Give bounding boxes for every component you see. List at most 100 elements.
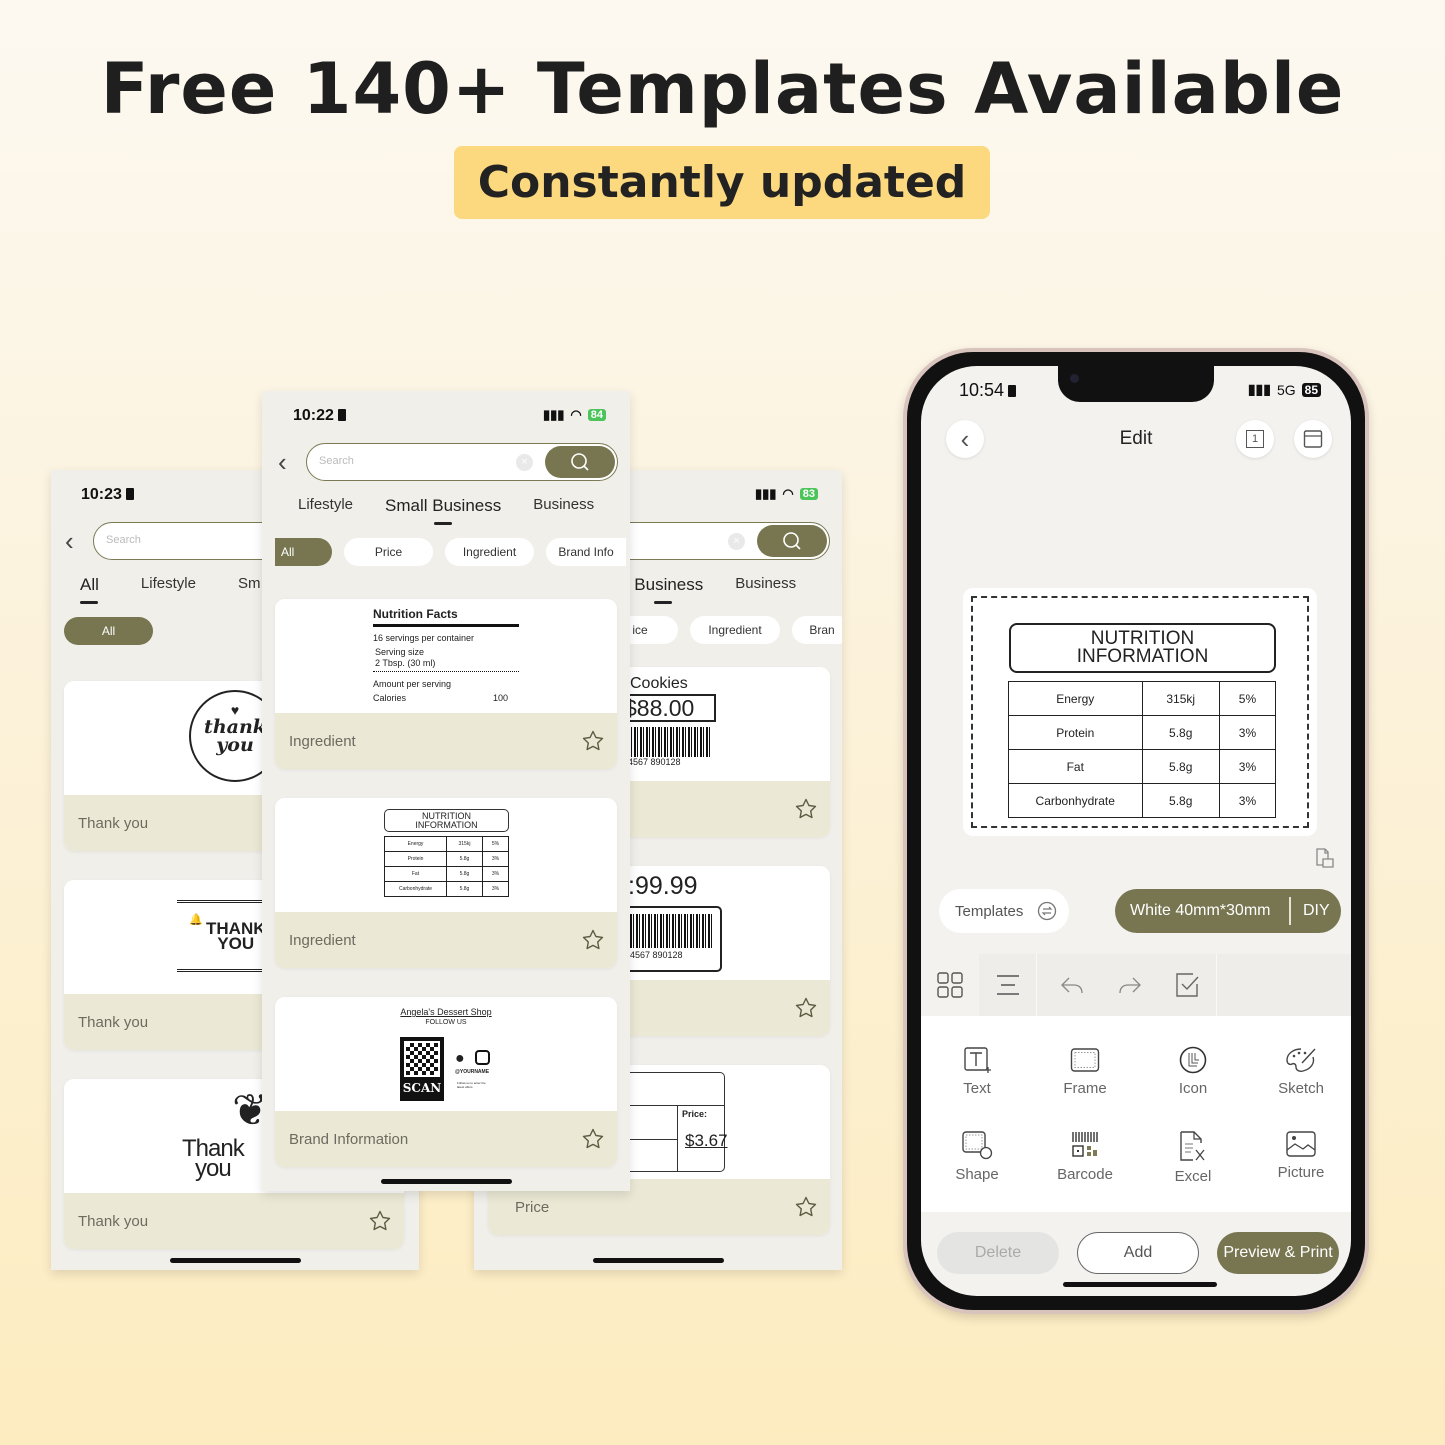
undo-button[interactable]: [1043, 954, 1101, 1016]
clear-icon[interactable]: ×: [516, 454, 533, 471]
tool-shape[interactable]: Shape: [927, 1130, 1027, 1183]
signal-icon: ▮▮▮: [754, 486, 777, 501]
tool-picture[interactable]: Picture: [1251, 1130, 1351, 1181]
excel-icon: [1180, 1131, 1205, 1161]
label-size-selector[interactable]: White 40mm*30mm DIY: [1115, 889, 1341, 933]
favorite-star-icon[interactable]: [581, 1127, 605, 1151]
template-card[interactable]: Angela's Dessert Shop FOLLOW US SCAN ● @…: [275, 997, 617, 1167]
battery-indicator: 84: [587, 409, 606, 421]
favorite-star-icon[interactable]: [794, 797, 818, 821]
copy-icon[interactable]: [1313, 846, 1337, 870]
art-price: :99.99: [628, 872, 698, 900]
tool-grid: Text Frame Icon Sketch Shape Barcode Exc…: [921, 1016, 1351, 1212]
tool-icon[interactable]: Icon: [1143, 1046, 1243, 1097]
back-icon[interactable]: ‹: [65, 526, 74, 557]
preview-print-button[interactable]: Preview & Print: [1217, 1232, 1339, 1274]
art-title: Cookies: [630, 675, 688, 692]
redo-button[interactable]: [1101, 954, 1159, 1016]
nutrition-cell-amount: 315kj: [1141, 681, 1220, 716]
delete-button[interactable]: Delete: [937, 1232, 1059, 1274]
tool-label: Icon: [1178, 1080, 1208, 1097]
chip-brand-info[interactable]: Brand Info: [546, 538, 626, 566]
tab-lifestyle[interactable]: Lifestyle: [141, 575, 196, 595]
chip-ingredient[interactable]: Ingredient: [445, 538, 534, 566]
search-placeholder: Search: [319, 455, 354, 467]
home-indicator: [381, 1179, 512, 1184]
tab-business[interactable]: Business: [735, 575, 796, 595]
tool-barcode[interactable]: Barcode: [1035, 1130, 1135, 1183]
label-canvas[interactable]: NUTRITION INFORMATION Energy 315kj 5% Protei…: [963, 588, 1317, 836]
status-bar: 10:22 ▮▮▮ ◠ 84: [262, 391, 630, 441]
favorite-star-icon[interactable]: [794, 996, 818, 1020]
chip-all[interactable]: All: [64, 617, 153, 645]
frame-icon: [1070, 1048, 1100, 1072]
clear-icon[interactable]: ×: [728, 533, 745, 550]
favorite-star-icon[interactable]: [581, 729, 605, 753]
barcode-number: 4567 890128: [630, 950, 683, 960]
tool-label: Picture: [1277, 1164, 1325, 1181]
templates-button[interactable]: Templates: [939, 889, 1069, 933]
search-button[interactable]: [545, 446, 615, 478]
template-card[interactable]: Nutrition Facts 16 servings per containe…: [275, 599, 617, 769]
tab-small-business[interactable]: ll Business: [622, 575, 703, 604]
save-button[interactable]: [1294, 420, 1332, 458]
nutrition-cell-pct: 3%: [481, 851, 510, 867]
nutrition-row: Protein 5.8g 3%: [1008, 715, 1277, 750]
tab-small-business[interactable]: Small Business: [385, 496, 501, 525]
tool-frame[interactable]: Frame: [1035, 1046, 1135, 1097]
search-placeholder: Search: [106, 534, 141, 546]
art-text: Calories: [373, 693, 407, 703]
barcode-art: [630, 914, 714, 948]
chip-price[interactable]: Price: [344, 538, 433, 566]
nutrition-cell-name: Protein: [384, 851, 447, 867]
favorite-star-icon[interactable]: [794, 1195, 818, 1219]
tab-all[interactable]: All: [80, 575, 99, 604]
camera-icon: [1070, 374, 1079, 383]
align-button[interactable]: [979, 954, 1037, 1016]
tool-text[interactable]: Text: [927, 1046, 1027, 1097]
add-button[interactable]: Add: [1077, 1232, 1199, 1274]
tab-small-business[interactable]: Sm: [238, 575, 261, 595]
diy-button[interactable]: DIY: [1291, 902, 1330, 920]
grid-tab[interactable]: [921, 954, 979, 1016]
phone-mockup: 10:54 ▮▮▮ 5G 85 ‹ Edit 1 NUTRITION INFORM…: [903, 348, 1369, 1314]
icon-library-icon: [1179, 1046, 1207, 1074]
nutrition-cell-amount: 5.8g: [1141, 783, 1220, 818]
back-icon[interactable]: ‹: [278, 447, 287, 478]
card-label: Brand Information: [289, 1130, 409, 1148]
art-text: Nutrition Facts: [373, 607, 458, 621]
chip-ingredient[interactable]: Ingredient: [690, 616, 780, 644]
art-text: SCAN: [402, 1081, 442, 1095]
chip-brand-info[interactable]: Bran: [792, 616, 842, 644]
tab-business[interactable]: Business: [533, 496, 594, 516]
tool-label: Shape: [955, 1166, 999, 1183]
template-card[interactable]: NUTRITION INFORMATION Energy 315kj 5% Protei…: [275, 798, 617, 968]
tool-excel[interactable]: Excel: [1143, 1130, 1243, 1185]
art-text: FOLLOW US: [425, 1019, 467, 1026]
search-button[interactable]: [757, 525, 827, 557]
tab-lifestyle[interactable]: Lifestyle: [298, 496, 353, 516]
page-title: Edit: [1119, 428, 1153, 449]
status-time: 10:23: [81, 486, 122, 503]
art-text: Amount per serving: [373, 679, 452, 689]
nutrition-cell-pct: 3%: [481, 881, 510, 897]
nutrition-row: Protein 5.8g 3%: [384, 851, 510, 867]
favorite-star-icon[interactable]: [368, 1209, 392, 1233]
select-button[interactable]: [1159, 954, 1217, 1016]
page-count-button[interactable]: 1: [1236, 420, 1274, 458]
tool-label: Text: [963, 1080, 991, 1097]
nutrition-cell-pct: 3%: [1218, 783, 1277, 818]
signal-icon: ▮▮▮: [542, 407, 565, 422]
nutrition-title-box[interactable]: NUTRITION INFORMATION: [1009, 623, 1276, 673]
art-text: INFORMATION: [415, 820, 478, 830]
nutrition-cell-pct: 3%: [1218, 715, 1277, 750]
card-label: Ingredient: [289, 732, 356, 750]
chip-all[interactable]: All: [275, 538, 332, 566]
art-text: 100: [493, 693, 509, 703]
search-input[interactable]: Search ×: [306, 443, 618, 481]
art-text: you: [195, 1155, 232, 1182]
nutrition-table[interactable]: Energy 315kj 5% Protein 5.8g 3% Fat 5.8g 3% Carbo…: [1008, 681, 1277, 818]
tool-sketch[interactable]: Sketch: [1251, 1046, 1351, 1097]
favorite-star-icon[interactable]: [581, 928, 605, 952]
art-text: Angela's Dessert Shop: [400, 1007, 492, 1017]
